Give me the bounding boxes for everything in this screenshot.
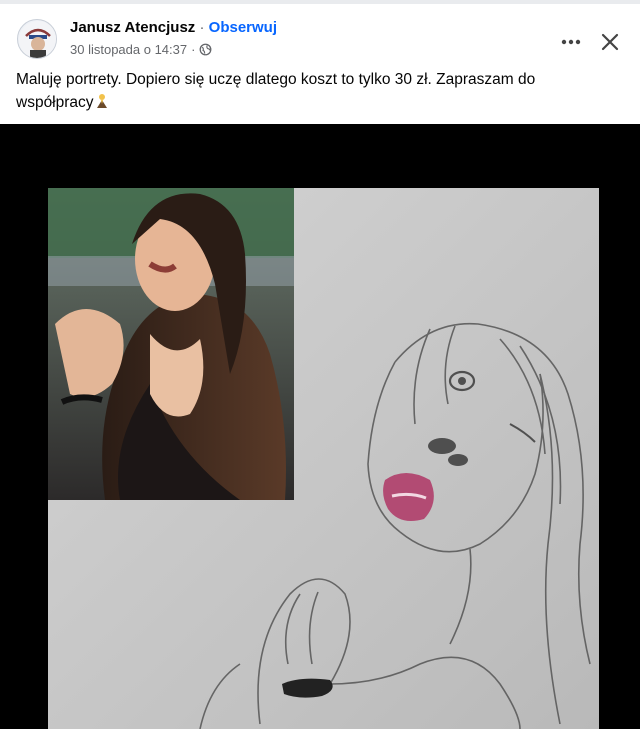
post-timestamp[interactable]: 30 listopada o 14:37 (70, 42, 187, 57)
separator-dot: · (199, 19, 205, 36)
praying-person-emoji-icon (96, 94, 107, 108)
post-header: Janusz Atencjusz · Obserwuj 30 listopada… (0, 4, 640, 66)
close-icon (601, 33, 619, 51)
meta-separator: · (191, 42, 196, 57)
close-button[interactable] (594, 26, 626, 58)
author-line: Janusz Atencjusz · Obserwuj (70, 19, 277, 36)
more-options-button[interactable] (555, 28, 587, 56)
globe-icon (200, 43, 212, 56)
facebook-post: Janusz Atencjusz · Obserwuj 30 listopada… (0, 0, 640, 729)
author-avatar[interactable] (17, 19, 57, 59)
post-text: Maluję portrety. Dopiero się uczę dlateg… (16, 68, 616, 114)
author-name[interactable]: Janusz Atencjusz (70, 19, 195, 36)
more-horizontal-icon (561, 39, 581, 45)
avatar-icon (19, 21, 56, 58)
post-meta: 30 listopada o 14:37 · (70, 42, 212, 57)
post-image[interactable] (0, 124, 640, 729)
photo-comparison-icon (48, 188, 599, 729)
follow-button[interactable]: Obserwuj (209, 19, 277, 36)
